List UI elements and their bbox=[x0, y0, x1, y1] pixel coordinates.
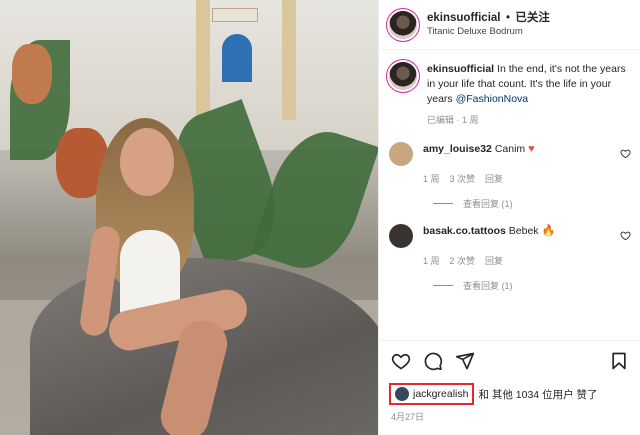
photo-person-head bbox=[120, 128, 174, 196]
comment-button[interactable] bbox=[421, 349, 445, 373]
post-header: ekinsuofficial • 已关注 Titanic Deluxe Bodr… bbox=[379, 0, 640, 50]
save-button[interactable] bbox=[607, 349, 631, 373]
like-button[interactable] bbox=[389, 349, 413, 373]
comment-item: basak.co.tattoos Bebek 🔥 1 周 2 次赞 回复 bbox=[389, 224, 631, 267]
post-photo[interactable] bbox=[0, 0, 378, 435]
author-username[interactable]: ekinsuofficial bbox=[427, 12, 501, 24]
post-location[interactable]: Titanic Deluxe Bodrum bbox=[427, 25, 550, 39]
follow-status-button[interactable]: 已关注 bbox=[515, 12, 550, 24]
comment-text: Bebek bbox=[508, 225, 539, 237]
caption-mention-link[interactable]: @FashionNova bbox=[456, 93, 529, 105]
comment-text-line: amy_louise32 Canim ♥ bbox=[423, 142, 613, 156]
commenter-avatar[interactable] bbox=[389, 142, 413, 166]
comment-time: 1 周 bbox=[423, 256, 440, 266]
liker-username[interactable]: jackgrealish bbox=[413, 388, 468, 400]
comments-section[interactable]: ekinsuofficial In the end, it's not the … bbox=[379, 50, 640, 340]
comment-body: basak.co.tattoos Bebek 🔥 1 周 2 次赞 回复 bbox=[423, 224, 613, 267]
view-replies-label: 查看回复 (1) bbox=[463, 199, 513, 209]
author-avatar[interactable] bbox=[389, 10, 417, 39]
view-replies-button[interactable]: 查看回复 (1) bbox=[433, 279, 631, 292]
heart-outline-icon bbox=[391, 353, 411, 369]
comment-text: Canim bbox=[494, 143, 526, 155]
post-caption: ekinsuofficial In the end, it's not the … bbox=[389, 50, 631, 128]
heart-emoji-icon: ♥ bbox=[528, 143, 535, 155]
header-separator: • bbox=[505, 10, 511, 24]
view-replies-button[interactable]: 查看回复 (1) bbox=[433, 197, 631, 210]
view-replies-label: 查看回复 (1) bbox=[463, 281, 513, 291]
caption-meta: 已编辑 · 1 周 bbox=[427, 115, 479, 125]
comment-text-line: basak.co.tattoos Bebek 🔥 bbox=[423, 224, 613, 238]
comment-likes-count[interactable]: 2 次赞 bbox=[450, 254, 476, 267]
likes-count-text[interactable]: 和 其他 1034 位用户 赞了 bbox=[478, 387, 597, 402]
view-replies-line bbox=[433, 203, 453, 204]
post-action-bar bbox=[379, 340, 640, 380]
comment-item: amy_louise32 Canim ♥ 1 周 3 次赞 回复 bbox=[389, 142, 631, 185]
liker-highlight-box: jackgrealish bbox=[389, 383, 475, 405]
comment-time: 1 周 bbox=[423, 174, 440, 184]
fire-emoji-icon: 🔥 bbox=[541, 225, 556, 237]
comment-like-heart-icon[interactable] bbox=[620, 230, 631, 241]
caption-author-avatar[interactable] bbox=[389, 62, 417, 90]
comment-reply-button[interactable]: 回复 bbox=[485, 254, 503, 267]
commenter-username[interactable]: amy_louise32 bbox=[423, 143, 492, 155]
photo-pillar bbox=[282, 0, 296, 120]
liker-avatar[interactable] bbox=[395, 387, 409, 401]
commenter-username[interactable]: basak.co.tattoos bbox=[423, 225, 506, 237]
author-meta: ekinsuofficial • 已关注 Titanic Deluxe Bodr… bbox=[427, 10, 550, 39]
photo-pillar bbox=[196, 0, 210, 120]
photo-sign bbox=[212, 8, 258, 22]
caption-text-block: ekinsuofficial In the end, it's not the … bbox=[427, 62, 627, 128]
comment-meta: 1 周 3 次赞 回复 bbox=[423, 172, 613, 185]
commenter-avatar[interactable] bbox=[389, 224, 413, 248]
share-button[interactable] bbox=[453, 349, 477, 373]
comment-like-heart-icon[interactable] bbox=[620, 148, 631, 159]
post-date: 4月27日 bbox=[391, 412, 425, 422]
comment-bubble-icon bbox=[424, 352, 443, 370]
bookmark-icon bbox=[612, 352, 626, 369]
comment-body: amy_louise32 Canim ♥ 1 周 3 次赞 回复 bbox=[423, 142, 613, 185]
comment-meta: 1 周 2 次赞 回复 bbox=[423, 254, 613, 267]
photo-blue-door bbox=[222, 34, 252, 82]
caption-author[interactable]: ekinsuofficial bbox=[427, 63, 494, 75]
instagram-post-view: ekinsuofficial • 已关注 Titanic Deluxe Bodr… bbox=[0, 0, 640, 435]
paper-plane-icon bbox=[455, 352, 475, 369]
comment-reply-button[interactable]: 回复 bbox=[485, 172, 503, 185]
comment-likes-count[interactable]: 3 次赞 bbox=[450, 172, 476, 185]
post-side-panel: ekinsuofficial • 已关注 Titanic Deluxe Bodr… bbox=[378, 0, 640, 435]
likes-summary: jackgrealish 和 其他 1034 位用户 赞了 bbox=[389, 383, 597, 405]
photo-terracotta-pot bbox=[12, 44, 52, 104]
view-replies-line bbox=[433, 285, 453, 286]
